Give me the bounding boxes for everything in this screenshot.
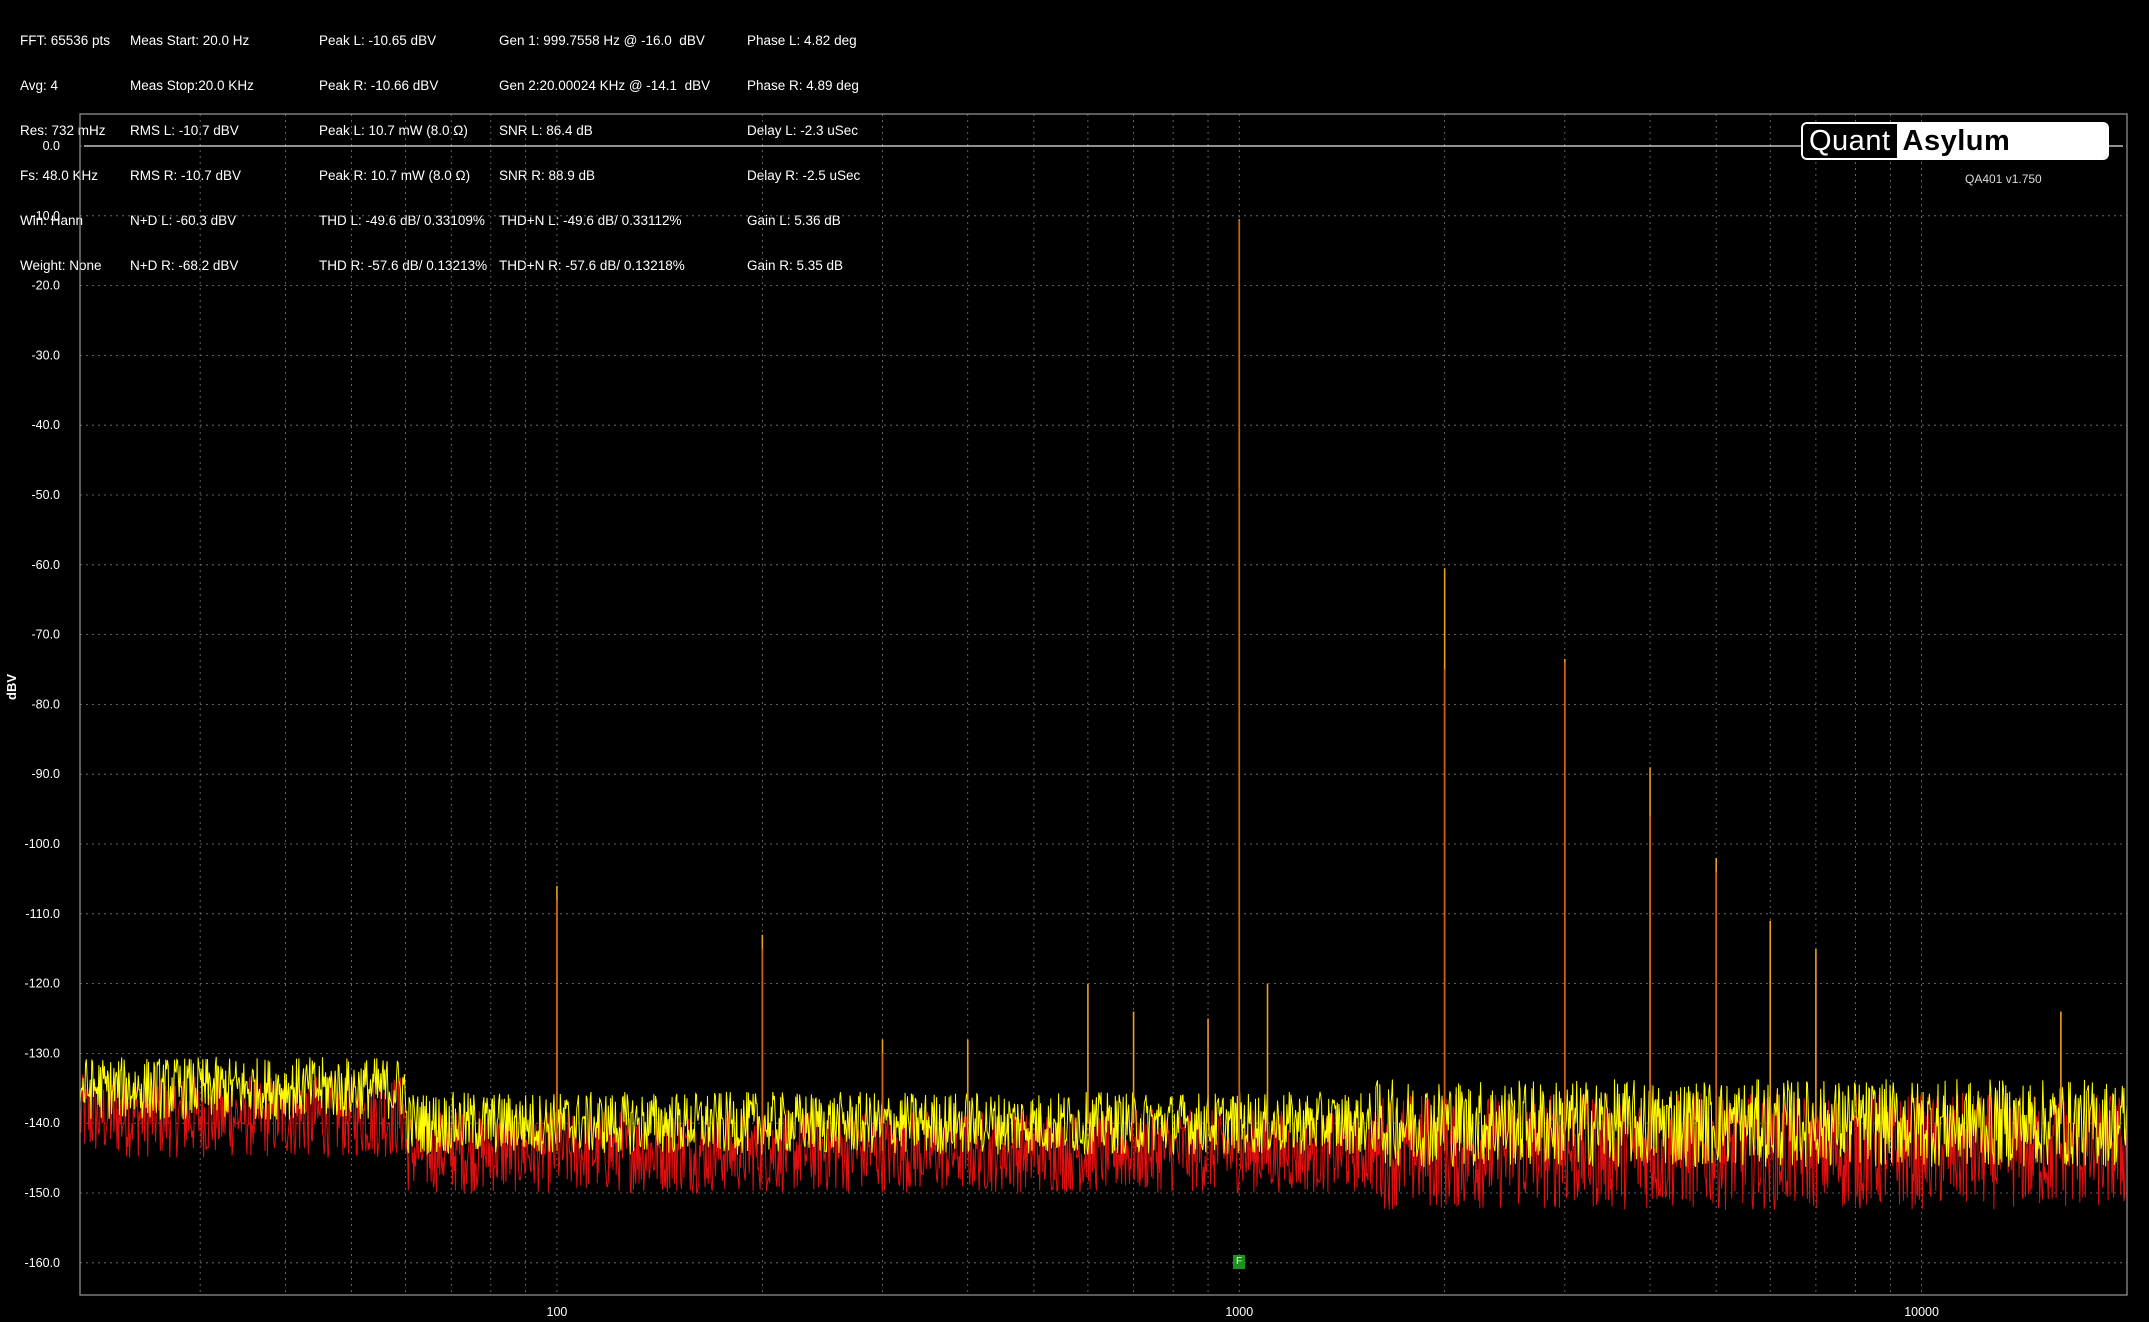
y-tick-label: -80.0: [32, 697, 61, 711]
y-tick-label: -140.0: [25, 1116, 60, 1130]
y-tick-label: -60.0: [32, 558, 61, 572]
logo-right-text: Asylum: [1896, 124, 2107, 158]
y-tick-label: -160.0: [25, 1256, 60, 1270]
y-tick-label: -20.0: [32, 279, 61, 293]
version-label: QA401 v1.750: [1965, 172, 2042, 186]
y-tick-label: -100.0: [25, 837, 60, 851]
frequency-marker[interactable]: F: [1233, 1255, 1245, 1269]
y-tick-label: -130.0: [25, 1046, 60, 1060]
y-tick-label: -40.0: [32, 418, 61, 432]
y-tick-label: -70.0: [32, 628, 61, 642]
spectrum-plot[interactable]: 0.0 -10.0 -20.0 -30.0 -40.0 -50.0 -60.0 -70.0 -8…: [0, 0, 2149, 1322]
y-axis-label: dBV: [4, 674, 19, 700]
x-tick-label: 100: [547, 1305, 568, 1319]
x-tick-label: 10000: [1904, 1305, 1939, 1319]
y-tick-label: -90.0: [32, 767, 61, 781]
y-tick-label: -150.0: [25, 1186, 60, 1200]
y-tick-label: 0.0: [43, 139, 60, 153]
y-tick-label: -110.0: [25, 907, 60, 921]
logo-left-text: Quant: [1803, 124, 1897, 158]
x-tick-label: 1000: [1225, 1305, 1253, 1319]
y-tick-label: -50.0: [32, 488, 61, 502]
y-tick-label: -120.0: [25, 977, 60, 991]
y-tick-label: -30.0: [32, 348, 61, 362]
series: [79, 219, 2128, 1210]
quantasylum-logo: Quant Asylum: [1801, 122, 2109, 160]
y-tick-label: -10.0: [32, 209, 61, 223]
